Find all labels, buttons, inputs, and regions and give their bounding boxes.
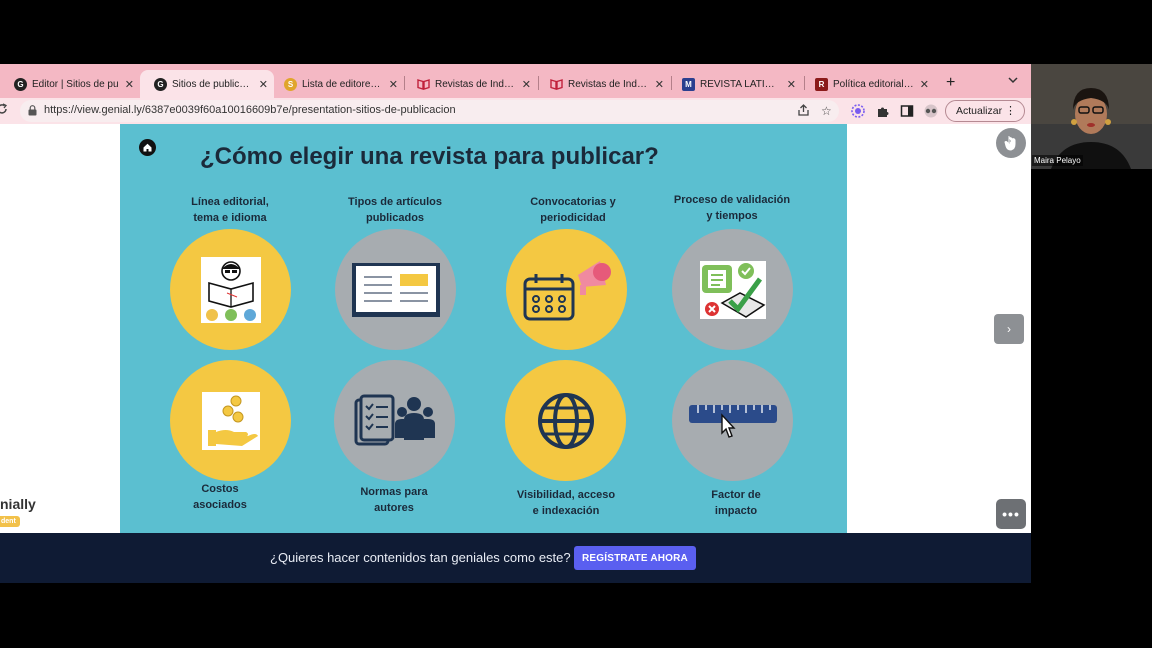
- book-icon: [417, 78, 430, 91]
- url-text: https://view.genial.ly/6387e0039f60a1001…: [44, 104, 456, 116]
- tab-title: Sitios de publicación: [172, 78, 253, 90]
- label-text: Línea editorial, tema e idioma: [191, 196, 269, 224]
- topic-factor-impacto[interactable]: [672, 360, 793, 481]
- reload-icon[interactable]: [0, 103, 8, 118]
- tab-politica-editorial[interactable]: R Política editorial | R ✕: [801, 70, 935, 98]
- coins-hand-icon: [201, 391, 260, 450]
- tab-sitios-publicacion[interactable]: G Sitios de publicación ✕: [140, 70, 274, 98]
- topic-costos[interactable]: [170, 360, 291, 481]
- tab-strip: G Editor | Sitios de pu ✕ G Sitios de pu…: [0, 64, 1031, 98]
- update-button[interactable]: Actualizar ⋮: [945, 100, 1025, 122]
- profile-avatar-icon[interactable]: [922, 104, 940, 118]
- presentation-slide: ¿Cómo elegir una revista para publicar? …: [120, 124, 847, 533]
- tab-revista-latinoam[interactable]: M REVISTA LATINOAM ✕: [668, 70, 802, 98]
- r-icon: R: [815, 77, 828, 91]
- tab-title: Revistas de Indexad: [435, 78, 516, 90]
- label-text: Normas para autores: [360, 486, 428, 514]
- topic-linea-editorial[interactable]: [170, 229, 291, 350]
- genially-brand-text: nially: [0, 496, 36, 512]
- topic-convocatorias[interactable]: [506, 229, 627, 350]
- label-visibilidad: Visibilidad, acceso e indexación: [491, 487, 641, 519]
- topic-normas-autores[interactable]: [334, 360, 455, 481]
- topic-visibilidad[interactable]: [505, 360, 626, 481]
- close-icon[interactable]: ✕: [787, 78, 796, 91]
- label-text: Proceso de validación y tiempos: [673, 194, 791, 222]
- address-bar[interactable]: https://view.genial.ly/6387e0039f60a1001…: [20, 100, 839, 122]
- tab-lista-editores[interactable]: S Lista de editores - S ✕: [270, 70, 404, 98]
- puzzle-extensions-icon[interactable]: [876, 104, 890, 118]
- label-normas: Normas para autores: [319, 484, 469, 516]
- lock-icon: [28, 105, 37, 116]
- close-icon[interactable]: ✕: [655, 78, 664, 91]
- genially-icon: G: [14, 77, 27, 91]
- label-proceso-validacion: Proceso de validación y tiempos: [657, 192, 807, 224]
- tab-title: REVISTA LATINOAM: [700, 78, 781, 90]
- tab-revistas-indexadas-2[interactable]: Revistas de Indexad ✕: [536, 70, 670, 98]
- label-text: Visibilidad, acceso e indexación: [516, 489, 616, 517]
- extension-flower-icon[interactable]: [851, 104, 865, 118]
- next-slide-chevron-icon[interactable]: ›: [994, 314, 1024, 344]
- browser-window: G Editor | Sitios de pu ✕ G Sitios de pu…: [0, 64, 1031, 583]
- genially-icon: G: [154, 77, 167, 91]
- tab-title: Lista de editores - S: [302, 78, 383, 90]
- kebab-menu-icon[interactable]: ⋮: [1005, 104, 1016, 117]
- topic-tipos-articulos[interactable]: [335, 229, 456, 350]
- rules-people-icon: [354, 394, 435, 445]
- screen: G Editor | Sitios de pu ✕ G Sitios de pu…: [0, 0, 1152, 648]
- close-icon[interactable]: ✕: [125, 78, 134, 91]
- close-icon[interactable]: ✕: [389, 78, 398, 91]
- book-icon: [550, 78, 563, 91]
- home-icon[interactable]: [139, 139, 156, 156]
- sherpa-icon: S: [284, 77, 297, 91]
- document-icon: [351, 262, 440, 317]
- label-costos: Costos asociados: [145, 481, 295, 513]
- close-icon[interactable]: ✕: [920, 78, 929, 91]
- tab-search-chevron-icon[interactable]: [1008, 76, 1018, 87]
- page-viewport: nially dent ¿Cómo elegir una revista par…: [0, 124, 1031, 533]
- participant-name: Maira Pelayo: [1032, 155, 1083, 166]
- browser-toolbar: https://view.genial.ly/6387e0039f60a1001…: [0, 98, 1031, 124]
- register-button[interactable]: REGÍSTRATE AHORA: [574, 546, 696, 570]
- update-button-label: Actualizar: [956, 105, 1003, 117]
- sidepanel-icon[interactable]: [900, 104, 914, 118]
- webcam-feed: Maira Pelayo: [1031, 64, 1152, 169]
- label-factor-impacto: Factor de impacto: [661, 487, 811, 519]
- label-convocatorias: Convocatorias y periodicidad: [498, 194, 648, 226]
- banner-text: ¿Quieres hacer contenidos tan geniales c…: [270, 550, 571, 565]
- tab-title: Editor | Sitios de pu: [32, 78, 119, 90]
- more-options-icon[interactable]: •••: [996, 499, 1026, 529]
- fullscreen-hand-icon[interactable]: [996, 128, 1026, 158]
- label-tipos-articulos: Tipos de artículos publicados: [320, 194, 470, 226]
- label-text: Costos asociados: [193, 483, 247, 511]
- bookmark-star-icon[interactable]: ☆: [821, 104, 832, 118]
- student-badge: dent: [0, 516, 20, 527]
- m-icon: M: [682, 77, 695, 91]
- label-text: Convocatorias y periodicidad: [530, 196, 616, 224]
- topic-proceso-validacion[interactable]: [672, 229, 793, 350]
- signup-banner: ¿Quieres hacer contenidos tan geniales c…: [0, 533, 1031, 583]
- new-tab-button[interactable]: +: [946, 74, 955, 92]
- person-video-image: [1031, 64, 1152, 169]
- slide-title: ¿Cómo elegir una revista para publicar?: [200, 143, 659, 170]
- label-linea-editorial: Línea editorial, tema e idioma: [155, 194, 305, 226]
- tab-title: Política editorial | R: [833, 78, 914, 90]
- share-icon[interactable]: [798, 104, 809, 119]
- checklist-icon: [699, 260, 766, 319]
- globe-icon: [537, 392, 594, 449]
- tab-editor[interactable]: G Editor | Sitios de pu ✕: [0, 70, 140, 98]
- label-text: Tipos de artículos publicados: [348, 196, 442, 224]
- calendar-megaphone-icon: [523, 260, 611, 320]
- ruler-icon: [688, 404, 777, 438]
- tab-title: Revistas de Indexad: [568, 78, 649, 90]
- label-text: Factor de impacto: [711, 489, 761, 517]
- tab-revistas-indexadas-1[interactable]: Revistas de Indexad ✕: [403, 70, 537, 98]
- close-icon[interactable]: ✕: [259, 78, 268, 91]
- close-icon[interactable]: ✕: [522, 78, 531, 91]
- reading-person-icon: [200, 256, 261, 323]
